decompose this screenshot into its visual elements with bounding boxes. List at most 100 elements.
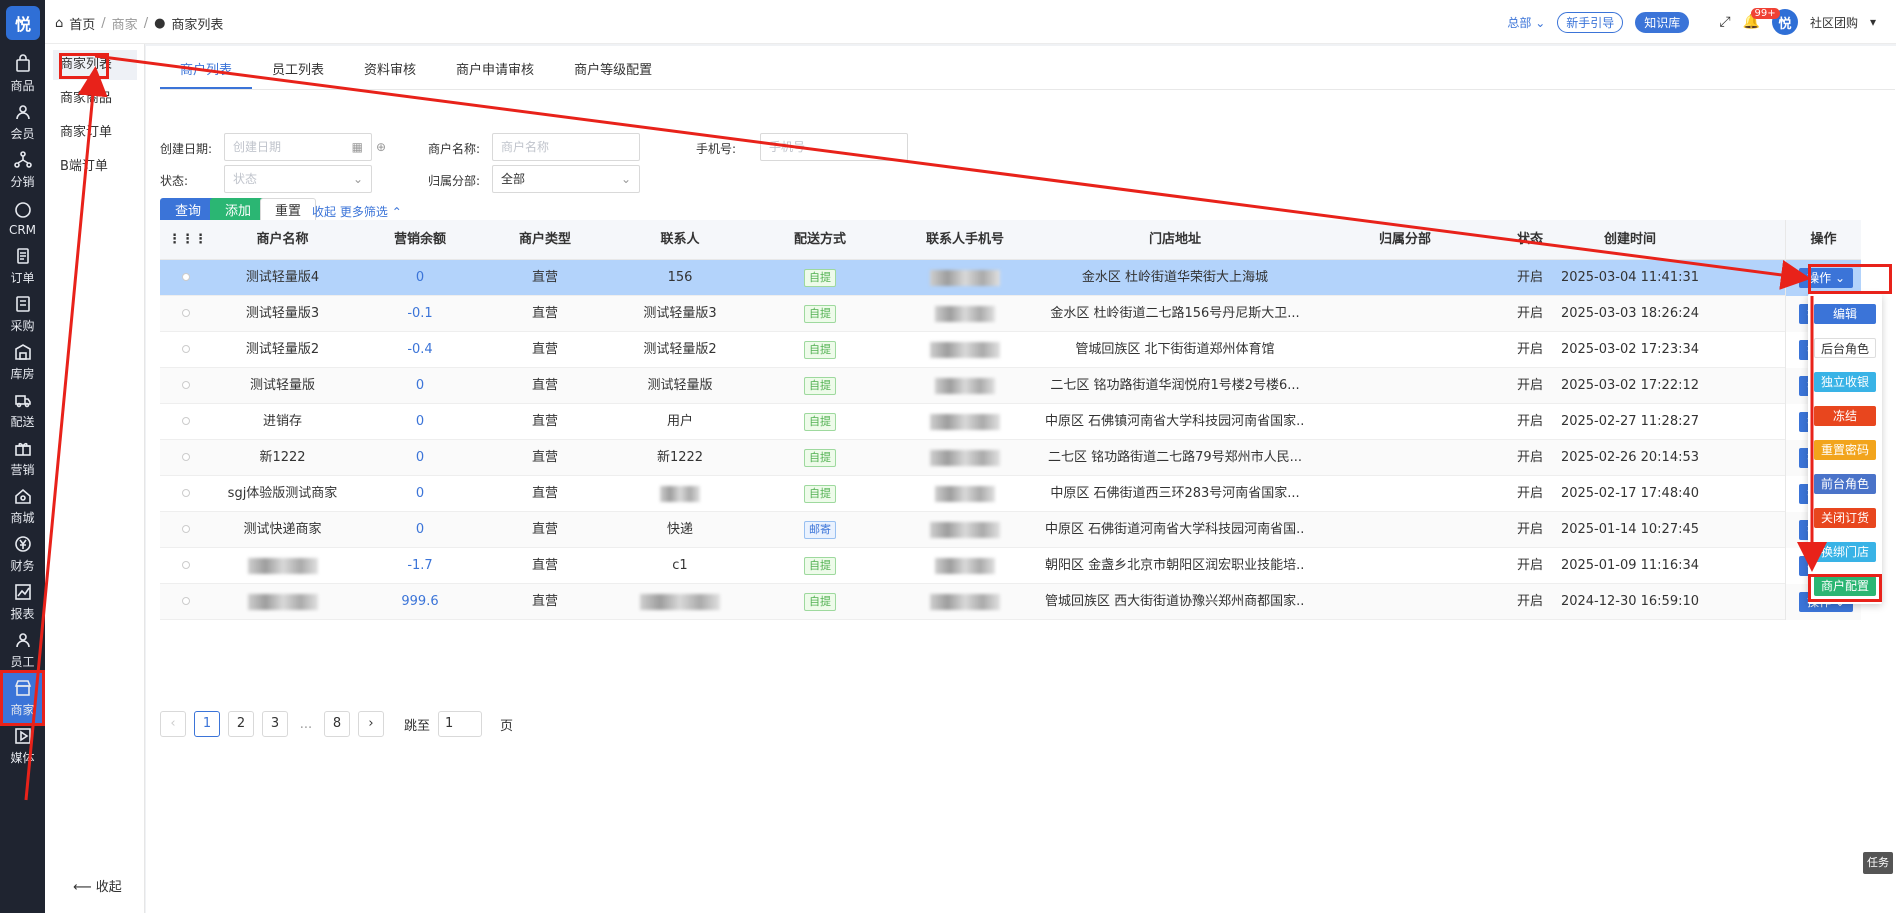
cell-merchant-name: 测试快递商家 [243,522,322,537]
fullscreen-icon[interactable]: ⤢ [1719,14,1730,30]
cell-balance: 0 [415,270,425,285]
truck-icon [14,395,31,408]
tab-bar: 商户列表 员工列表 资料审核 商户申请审核 商户等级配置 [160,54,1895,90]
sidebar-item-14[interactable]: 媒体 [0,718,45,774]
row-radio[interactable] [182,309,190,317]
jump-input[interactable]: 1 [438,711,483,737]
table-row[interactable]: 进销存 0 直营 用户 自提 中原区 石佛镇河南省大学科技园河南省国家... 开启 2025-… [160,404,1861,440]
cell-address: 金水区 杜岭街道华荣街大上海城 [1081,270,1269,285]
table-row[interactable]: 测试轻量版2 -0.4 直营 测试轻量版2 自提 管城回族区 北下街街道郑州体育馆 开启 20… [160,332,1861,368]
dropdown-item-0[interactable]: 编辑 [1814,304,1876,324]
breadcrumb-merchant[interactable]: 商家 [112,14,138,33]
tab-staff-list[interactable]: 员工列表 [252,54,344,89]
create-date-field[interactable]: 创建日期 ▦ [224,133,372,161]
th-delivery: 配送方式 [793,232,846,247]
row-radio[interactable] [182,273,190,281]
cell-address: 中原区 石佛街道西三环283号河南省国家... [1050,486,1300,501]
cell-created: 2025-01-14 10:27:45 [1560,522,1700,537]
highlight-box-submenu [59,53,109,79]
collapse-sidebar-button[interactable]: ⟵ 收起 [73,876,122,895]
row-radio[interactable] [182,453,190,461]
dropdown-item-2[interactable]: 独立收银 [1814,372,1876,392]
dropdown-item-7[interactable]: 换绑门店 [1814,542,1876,562]
cell-type: 直营 [531,270,558,285]
row-radio[interactable] [182,489,190,497]
dropdown-item-3[interactable]: 冻结 [1814,406,1876,426]
row-radio[interactable] [182,381,190,389]
create-date-label: 创建日期: [160,142,213,156]
phone-input[interactable]: 手机号 [760,133,908,161]
add-circle-icon[interactable]: ⊕ [376,140,386,154]
row-radio[interactable] [182,417,190,425]
cell-status: 开启 [1516,450,1543,465]
submenu-item-b-orders[interactable]: B端订单 [53,152,137,182]
table-row[interactable]: 测试轻量版4 0 直营 156 自提 金水区 杜岭街道华荣街大上海城 开启 2025-03-0… [160,260,1861,296]
cell-contact: 快递 [666,522,693,537]
merchant-name-input[interactable]: 商户名称 [492,133,640,161]
sidebar-item-label: 商品 [10,79,35,93]
th-address: 门店地址 [1148,232,1201,247]
page-1[interactable]: 1 [194,711,220,737]
task-button[interactable]: 任务 [1863,852,1893,874]
caret-down-icon[interactable]: ▾ [1870,15,1876,29]
tab-application-review[interactable]: 商户申请审核 [436,54,554,89]
table-row[interactable]: 999.6 直营 自提 管城回族区 西大街街道协豫兴郑州商都国家... 开启 2024-1… [160,584,1861,620]
dropdown-item-4[interactable]: 重置密码 [1814,440,1876,460]
submenu-item-merchant-products[interactable]: 商家商品 [53,84,137,114]
toggle-filters-link[interactable]: 收起 更多筛选 ⌃ [312,203,402,220]
next-page-button[interactable]: › [358,711,384,737]
cell-address: 朝阳区 金盏乡北京市朝阳区润宏职业技能培... [1045,558,1305,573]
table-row[interactable]: 新1222 0 直营 新1222 自提 二七区 铭功路街道二七路79号郑州市人民... 开启… [160,440,1861,476]
dropdown-item-1[interactable]: 后台角色 [1814,338,1876,358]
branch-select[interactable]: 全部 ⌄ [492,165,640,193]
org-selector[interactable]: 总部 ⌄ [1507,14,1545,31]
submenu-item-merchant-orders[interactable]: 商家订单 [53,118,137,148]
page-2[interactable]: 2 [228,711,254,737]
cell-balance: 999.6 [401,594,439,609]
guide-button[interactable]: 新手引导 [1557,11,1624,33]
redacted-contact [640,593,720,610]
status-placeholder: 状态 [233,172,258,186]
row-radio[interactable] [182,597,190,605]
page-8[interactable]: 8 [324,711,350,737]
dropdown-item-8[interactable]: 商户配置 [1814,576,1876,596]
cell-type: 直营 [531,378,558,393]
column-settings-icon[interactable]: ⋮⋮⋮ [168,220,207,260]
table-row[interactable]: sgj体验版测试商家 0 直营 自提 中原区 石佛街道西三环283号河南省国家... 开启… [160,476,1861,512]
purchase-icon [15,296,30,312]
sidebar-item-label: 商城 [10,511,35,525]
tab-level-config[interactable]: 商户等级配置 [554,54,672,89]
th-contact: 联系人 [660,232,700,247]
cell-merchant-name: 测试轻量版4 [245,270,320,285]
dropdown-item-6[interactable]: 关闭订货 [1814,508,1876,528]
dropdown-item-5[interactable]: 前台角色 [1814,474,1876,494]
main-sidebar: 悦 商品 会员 分销 CRM 订单 采购 库房 配送 营销 商城 财务 报表 员工 商家 媒体 [0,0,45,913]
media-icon [14,728,31,744]
cell-balance: 0 [415,450,425,465]
bell-icon[interactable]: 🔔 99+ [1743,8,1780,30]
table-row[interactable]: 测试轻量版 0 直营 测试轻量版 自提 二七区 铭功路街道华润悦府1号楼2号楼6... 开启… [160,368,1861,404]
row-radio[interactable] [182,561,190,569]
breadcrumb-home[interactable]: 首页 [69,14,95,33]
cell-created: 2025-03-03 18:26:24 [1560,306,1700,321]
prev-page-button[interactable]: ‹ [160,711,186,737]
page-3[interactable]: 3 [262,711,288,737]
sidebar-item-label: 财务 [10,559,35,573]
table-header: ⋮⋮⋮ 商户名称 营销余额 商户类型 联系人 配送方式 联系人手机号 门店地址 … [160,220,1861,260]
user-name[interactable]: 社区团购 [1810,14,1858,31]
row-action-button[interactable]: 操作 ⌄ [1799,268,1853,288]
app-logo: 悦 [6,6,40,40]
knowledge-button[interactable]: 知识库 [1635,11,1690,33]
redacted-phone [930,341,1000,358]
table-row[interactable]: 测试轻量版3 -0.1 直营 测试轻量版3 自提 金水区 杜岭街道二七路156号丹尼斯大卫… [160,296,1861,332]
breadcrumb-dot-icon: ● [154,16,166,31]
cell-merchant-name: 测试轻量版 [249,378,315,393]
tab-profile-review[interactable]: 资料审核 [344,54,436,89]
status-select[interactable]: 状态 ⌄ [224,165,372,193]
cell-created: 2025-02-27 11:28:27 [1560,414,1700,429]
row-radio[interactable] [182,345,190,353]
tab-merchant-list[interactable]: 商户列表 [160,54,253,89]
row-radio[interactable] [182,525,190,533]
table-row[interactable]: 测试快递商家 0 直营 快递 邮寄 中原区 石佛街道河南省大学科技园河南省国... 开启 20… [160,512,1861,548]
table-row[interactable]: -1.7 直营 c1 自提 朝阳区 金盏乡北京市朝阳区润宏职业技能培... 开启 2025-… [160,548,1861,584]
